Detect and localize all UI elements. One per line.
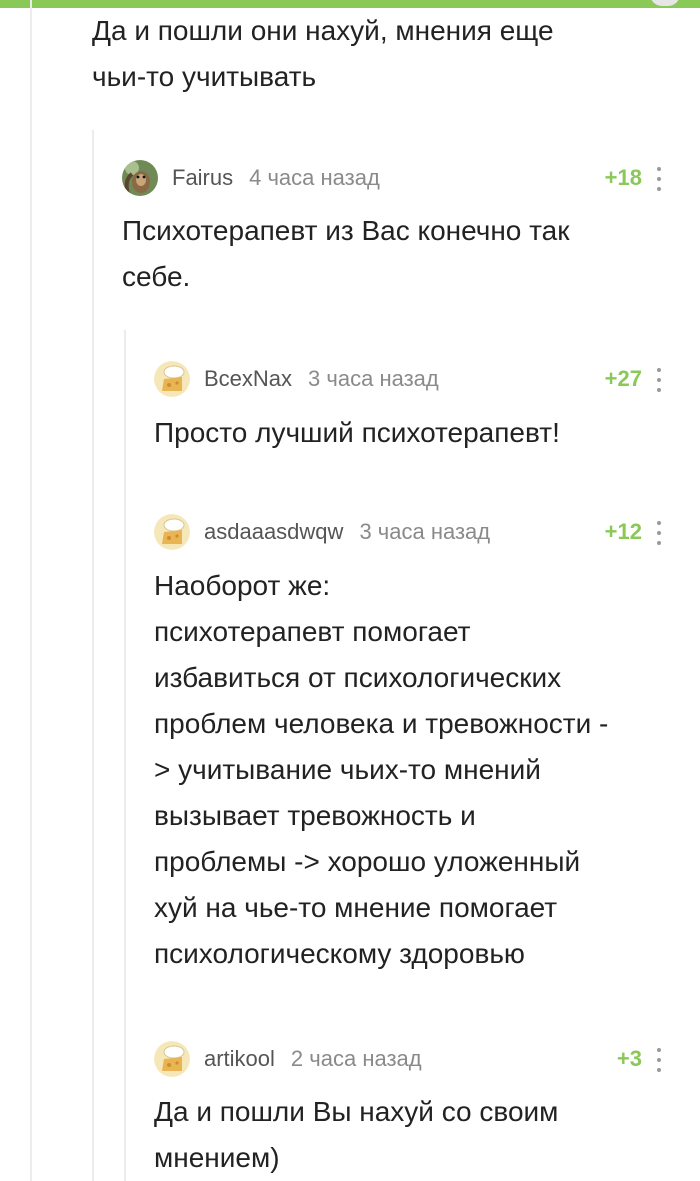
comment-menu-icon[interactable] [654,167,664,191]
thread-line-level-2[interactable] [92,130,94,1181]
comment-time[interactable]: 3 часа назад [308,366,439,392]
comment-header: BcexNax 3 часа назад [154,361,439,397]
comment-menu-icon[interactable] [654,368,664,392]
default-cheese-avatar-icon[interactable] [154,361,190,397]
comment-time[interactable]: 4 часа назад [249,165,380,191]
comment-rating: +27 [604,366,642,391]
comment-username[interactable]: BcexNax [204,366,292,392]
comment-username[interactable]: Fairus [172,165,233,191]
comment-rating: +3 [616,1046,642,1071]
comment-text: Наоборот же: психотерапевт помогает изба… [154,570,609,969]
comment-text: Психотерапевт из Вас конечно так себе. [122,215,570,292]
comment-time[interactable]: 2 часа назад [291,1046,422,1072]
squirrel-avatar-icon[interactable] [122,160,158,196]
comment-header: asdaaasdwqw 3 часа назад [154,514,490,550]
comment-text: Просто лучший психотерапевт! [154,417,560,448]
default-cheese-avatar-icon[interactable] [154,514,190,550]
thread-line-level-1[interactable] [30,0,32,1181]
comment-menu-icon[interactable] [654,521,664,545]
comment-rating: +18 [604,165,642,190]
comment-header: artikool 2 часа назад [154,1041,422,1077]
comment-text: Да и пошли Вы нахуй со своим мнением) [154,1096,559,1173]
comment-header: Fairus 4 часа назад [122,160,380,196]
top-accent-bar [0,0,700,8]
comment-username[interactable]: artikool [204,1046,275,1072]
thread-line-level-3[interactable] [124,330,126,1181]
comment-username[interactable]: asdaaasdwqw [204,519,343,545]
comment-rating: +12 [604,519,642,544]
default-cheese-avatar-icon[interactable] [154,1041,190,1077]
comment-time[interactable]: 3 часа назад [359,519,490,545]
comment-menu-icon[interactable] [654,1048,664,1072]
comment-text: Да и пошли они нахуй, мнения еще чьи-то … [92,15,554,92]
